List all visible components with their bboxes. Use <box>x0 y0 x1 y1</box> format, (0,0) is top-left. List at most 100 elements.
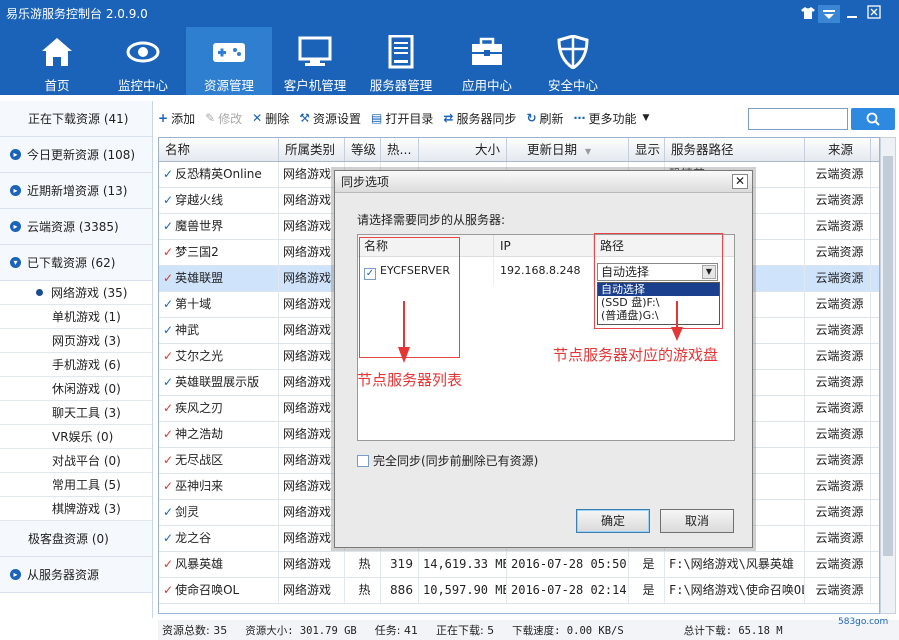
nav-label: 应用中心 <box>461 78 512 93</box>
sidebar-sub-label: 单机游戏 (1) <box>52 310 121 324</box>
nav-monitor[interactable]: 监控中心 <box>100 27 186 95</box>
scroll-thumb[interactable] <box>883 156 893 556</box>
cell-name: ✓ 神之浩劫 <box>159 422 279 447</box>
sidebar-sub-label: 常用工具 (5) <box>52 478 121 492</box>
full-sync-checkbox[interactable] <box>357 455 369 467</box>
sidebar-sub-online[interactable]: 网络游戏 (35) <box>0 281 152 305</box>
col-path[interactable]: 服务器路径 <box>665 138 805 161</box>
nav-servers[interactable]: 服务器管理 <box>358 27 444 95</box>
nav-apps[interactable]: 应用中心 <box>444 27 530 95</box>
search-button[interactable] <box>851 108 895 130</box>
wrench-icon: ⚒ <box>299 111 310 125</box>
settings-label: 资源设置 <box>313 111 362 126</box>
col-size[interactable]: 大小 <box>419 138 507 161</box>
cell-size: 10,597.90 MB <box>419 578 507 603</box>
close-icon[interactable] <box>863 4 885 24</box>
nav-resources[interactable]: 资源管理 <box>186 27 272 95</box>
nav-clients[interactable]: 客户机管理 <box>272 27 358 95</box>
open-dir-button[interactable]: ▤ 打开目录 <box>371 110 433 127</box>
check-icon: ✓ <box>163 453 174 467</box>
sidebar-item-geek[interactable]: 极客盘资源 (0) <box>0 521 152 557</box>
nav-home[interactable]: 首页 <box>14 27 100 95</box>
cell-name: ✓ 神武 <box>159 318 279 343</box>
row-name: 反恐精英Online <box>175 167 262 181</box>
nav-label: 首页 <box>44 78 70 93</box>
more-button[interactable]: ⋯ 更多功能 ▼ <box>574 110 650 127</box>
sidebar-sub-chat[interactable]: 聊天工具 (3) <box>0 401 152 425</box>
ok-button[interactable]: 确定 <box>576 509 650 533</box>
chevron-down-icon: ▼ <box>642 113 650 123</box>
settings-button[interactable]: ⚒ 资源设置 <box>299 110 361 127</box>
col-hot[interactable]: 热... <box>381 138 419 161</box>
sidebar-sub-mobile[interactable]: 手机游戏 (6) <box>0 353 152 377</box>
col-name[interactable]: 名称 <box>159 138 279 161</box>
sidebar-item-label: 从服务器资源 <box>27 568 100 582</box>
status-size: 资源大小: 301.79 GB <box>245 624 357 637</box>
check-icon: ✓ <box>163 427 174 441</box>
row-name: 龙之谷 <box>175 531 212 545</box>
cell-cat: 网络游戏 <box>279 578 345 603</box>
delete-button[interactable]: ✕ 删除 <box>252 110 289 127</box>
check-icon: ✓ <box>163 297 174 311</box>
sidebar-item-recent[interactable]: ▸ 近期新增资源 (13) <box>0 173 152 209</box>
sidebar-item-slave[interactable]: ▸ 从服务器资源 <box>0 557 152 593</box>
chevron-right-icon: ▸ <box>10 221 21 232</box>
tshirt-icon[interactable] <box>797 4 819 24</box>
server-col-ip[interactable]: IP <box>494 235 594 256</box>
menu-icon[interactable] <box>818 5 840 23</box>
cell-name: ✓ 艾尔之光 <box>159 344 279 369</box>
col-source[interactable]: 来源 <box>805 138 871 161</box>
sidebar-item-label: 云端资源 (3385) <box>27 220 119 234</box>
full-sync-option[interactable]: 完全同步(同步前删除已有资源) <box>357 452 538 469</box>
sync-button[interactable]: ⇄ 服务器同步 <box>443 110 516 127</box>
col-show[interactable]: 显示 <box>629 138 665 161</box>
cell-src: 云端资源 <box>805 344 871 369</box>
check-icon: ✓ <box>163 349 174 363</box>
dot-icon <box>36 289 43 296</box>
col-date[interactable]: 更新日期 ▼ <box>507 138 629 161</box>
table-header: 名称 所属类别 等级 热... 大小 更新日期 ▼ 显示 服务器路径 来源 <box>159 138 879 162</box>
edit-button[interactable]: ✎ 修改 <box>205 110 242 127</box>
row-name: 魔兽世界 <box>175 219 224 233</box>
sidebar-sub-label: 手机游戏 (6) <box>52 358 121 372</box>
cancel-button[interactable]: 取消 <box>660 509 734 533</box>
status-total: 资源总数: 35 <box>162 624 228 637</box>
cell-src: 云端资源 <box>805 214 871 239</box>
sidebar-sub-web[interactable]: 网页游戏 (3) <box>0 329 152 353</box>
sidebar-sub-battle[interactable]: 对战平台 (0) <box>0 449 152 473</box>
cell-size: 14,619.33 MB <box>419 552 507 577</box>
sidebar-sub-chess[interactable]: 棋牌游戏 (3) <box>0 497 152 521</box>
sidebar-item-cloud[interactable]: ▸ 云端资源 (3385) <box>0 209 152 245</box>
cell-name: ✓ 巫神归来 <box>159 474 279 499</box>
dialog-close-button[interactable]: ✕ <box>732 174 748 189</box>
cell-name: ✓ 使命召唤OL <box>159 578 279 603</box>
table-row[interactable]: ✓ 风暴英雄 网络游戏热 319 14,619.33 MB 2016-07-28 05:5… <box>159 552 879 578</box>
sidebar-item-downloading[interactable]: 正在下载资源 (41) <box>0 101 152 137</box>
add-button[interactable]: + 添加 <box>158 110 195 127</box>
sidebar-sub-single[interactable]: 单机游戏 (1) <box>0 305 152 329</box>
cell-src: 云端资源 <box>805 318 871 343</box>
minimize-icon[interactable] <box>841 4 863 24</box>
search-input[interactable] <box>748 108 848 130</box>
sidebar-item-today[interactable]: ▸ 今日更新资源 (108) <box>0 137 152 173</box>
row-name: 艾尔之光 <box>175 349 224 363</box>
sidebar-sub-casual[interactable]: 休闲游戏 (0) <box>0 377 152 401</box>
nav-label: 资源管理 <box>203 78 254 93</box>
col-category[interactable]: 所属类别 <box>279 138 345 161</box>
nav-security[interactable]: 安全中心 <box>530 27 616 95</box>
dialog-title: 同步选项 <box>341 175 390 189</box>
row-name: 风暴英雄 <box>175 557 224 571</box>
sidebar-sub-tools[interactable]: 常用工具 (5) <box>0 473 152 497</box>
table-row[interactable]: ✓ 使命召唤OL 网络游戏热 886 10,597.90 MB 2016-07-28 02… <box>159 578 879 604</box>
check-icon: ✓ <box>163 479 174 493</box>
refresh-button[interactable]: ↻ 刷新 <box>526 110 563 127</box>
col-level[interactable]: 等级 <box>345 138 381 161</box>
status-speed: 下载速度: 0.00 KB/S <box>512 624 624 637</box>
sidebar-sub-vr[interactable]: VR娱乐 (0) <box>0 425 152 449</box>
vertical-scrollbar[interactable] <box>880 137 896 614</box>
cell-src: 云端资源 <box>805 162 871 187</box>
row-name: 剑灵 <box>175 505 200 519</box>
check-icon: ✓ <box>163 531 174 545</box>
sidebar-sub-label: 网络游戏 (35) <box>51 286 128 300</box>
sidebar-item-downloaded[interactable]: ▾ 已下载资源 (62) <box>0 245 152 281</box>
